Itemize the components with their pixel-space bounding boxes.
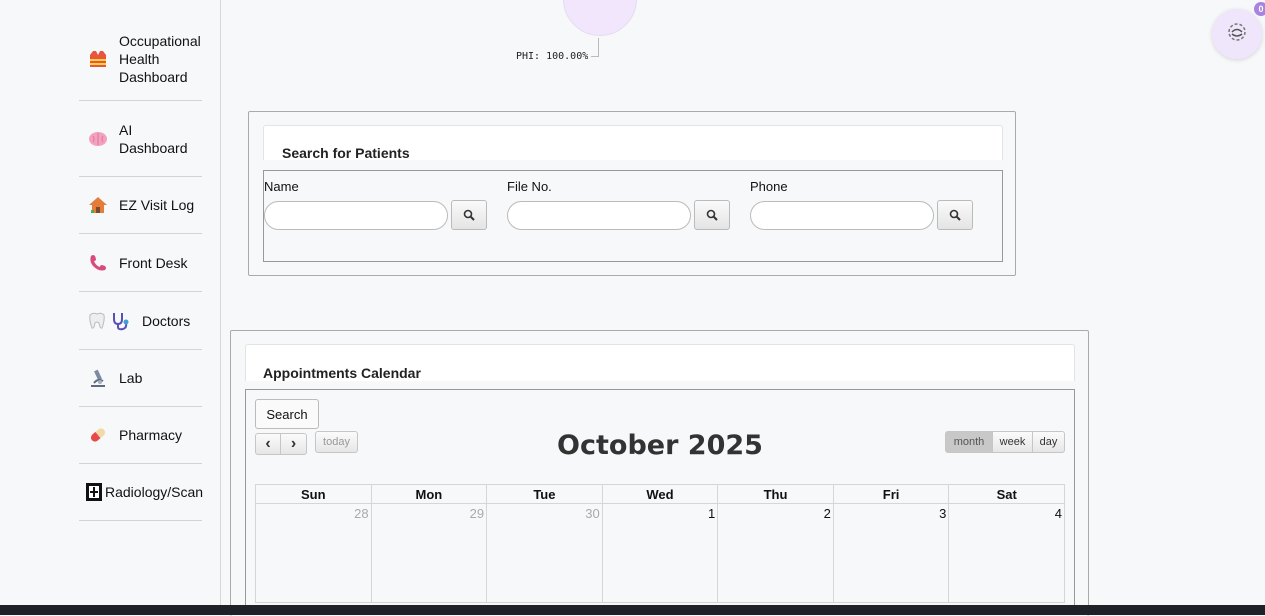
panel-title: Appointments Calendar [263, 365, 421, 381]
file-no-search-button[interactable] [694, 200, 730, 230]
phone-label: Phone [750, 179, 788, 194]
assistant-widget-button[interactable] [1212, 9, 1262, 59]
calendar-body: Search ‹ › today October 2025 month week… [245, 389, 1075, 615]
sidebar-item-label: Lab [119, 370, 143, 386]
appointments-calendar-panel: Appointments Calendar Search ‹ › today O… [230, 330, 1089, 616]
search-patients-panel: Search for Patients Name File No. Phone [248, 111, 1016, 276]
weekday-header: Wed [601, 484, 719, 504]
brain-icon [88, 130, 110, 148]
sidebar-item-label: Front Desk [119, 254, 188, 271]
calendar-day-cell[interactable]: 28 [255, 503, 372, 603]
safety-vest-icon [88, 49, 110, 69]
search-icon [706, 209, 718, 221]
sidebar-item-ez-visit-log[interactable]: EZ Visit Log [79, 177, 202, 234]
name-label: Name [264, 179, 299, 194]
weekday-header: Sat [948, 484, 1065, 504]
sidebar-item-label: EZ Visit Log [119, 197, 195, 213]
calendar-day-cell[interactable]: 29 [370, 503, 488, 603]
view-switcher: month week day [945, 431, 1065, 453]
sidebar-item-label: AI Dashboard [119, 121, 188, 156]
search-form: Name File No. Phone [263, 170, 1003, 262]
calendar-day-cell[interactable]: 30 [486, 503, 603, 603]
sidebar-nav: Occupational Health Dashboard AI Dashboa… [79, 18, 204, 521]
tooth-stethoscope-icon [88, 311, 132, 331]
sidebar: Occupational Health Dashboard AI Dashboa… [0, 0, 221, 605]
file-no-label: File No. [507, 179, 552, 194]
sidebar-item-radiology[interactable]: Radiology/Scan [79, 464, 204, 521]
phi-connector [598, 38, 599, 56]
search-icon [463, 209, 475, 221]
weekday-header: Sun [255, 484, 372, 504]
file-no-field-group: File No. [507, 179, 730, 230]
weekday-header: Tue [486, 484, 603, 504]
calendar-day-cell[interactable]: 2 [717, 503, 834, 603]
phi-chart-circle [563, 0, 637, 36]
name-search-button[interactable] [451, 200, 487, 230]
sidebar-item-occupational-health[interactable]: Occupational Health Dashboard [79, 18, 202, 101]
name-input[interactable] [264, 200, 448, 230]
panel-title: Search for Patients [282, 145, 410, 161]
week-view-button[interactable]: week [993, 431, 1033, 453]
hospital-icon [86, 483, 102, 501]
sidebar-item-ai-dashboard[interactable]: AI Dashboard [79, 101, 202, 177]
phone-search-button[interactable] [937, 200, 973, 230]
pill-icon [88, 425, 110, 445]
calendar-day-cell[interactable]: 4 [948, 503, 1065, 603]
os-taskbar [0, 605, 1265, 615]
loader-icon [1226, 21, 1248, 48]
phone-input[interactable] [750, 200, 934, 230]
search-icon [949, 209, 961, 221]
month-view-button[interactable]: month [945, 431, 993, 453]
sidebar-item-front-desk[interactable]: Front Desk [79, 234, 202, 292]
calendar-day-cell[interactable]: 3 [832, 503, 950, 603]
sidebar-item-label: Radiology/Scan [105, 484, 204, 500]
calendar-search-button[interactable]: Search [255, 399, 319, 429]
weekday-header: Fri [832, 484, 950, 504]
file-no-input[interactable] [507, 200, 691, 230]
notification-badge: 0 [1254, 2, 1265, 16]
calendar-week-row: 28 29 30 1 2 3 4 [255, 503, 1065, 603]
sidebar-item-label: Pharmacy [119, 427, 183, 443]
sidebar-item-doctors[interactable]: Doctors [79, 292, 202, 350]
phi-label: PHI: 100.00% [516, 51, 589, 62]
sidebar-item-pharmacy[interactable]: Pharmacy [79, 407, 202, 464]
house-icon [88, 195, 110, 215]
weekday-header: Mon [370, 484, 488, 504]
weekday-header-row: Sun Mon Tue Wed Thu Fri Sat [255, 484, 1065, 504]
calendar-grid: Sun Mon Tue Wed Thu Fri Sat 28 29 30 1 2… [255, 484, 1065, 603]
sidebar-item-label: Doctors [142, 312, 191, 329]
phone-field-group: Phone [750, 179, 973, 230]
sidebar-item-lab[interactable]: Lab [79, 350, 202, 407]
microscope-icon [88, 368, 110, 388]
phi-connector [591, 56, 599, 57]
day-view-button[interactable]: day [1033, 431, 1065, 453]
phone-icon [88, 253, 110, 273]
calendar-day-cell[interactable]: 1 [601, 503, 719, 603]
sidebar-item-label: Occupational Health Dashboard [119, 33, 201, 85]
name-field-group: Name [264, 179, 487, 230]
weekday-header: Thu [717, 484, 834, 504]
